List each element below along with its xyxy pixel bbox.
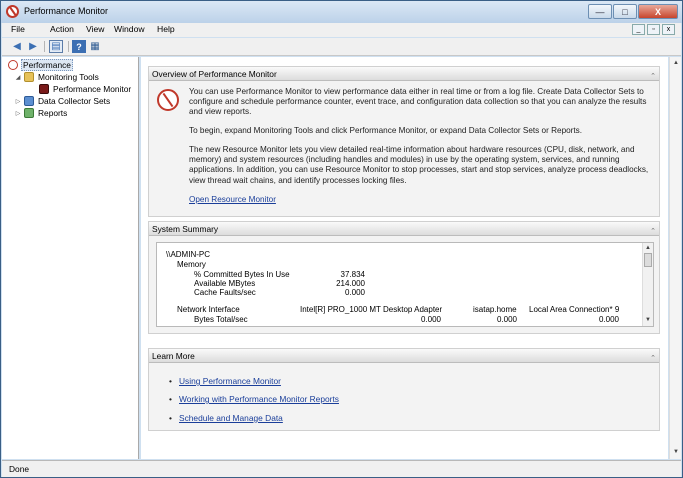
tree-item-reports[interactable]: ▷ Reports [14,107,68,119]
data-collector-sets-icon [24,96,34,106]
bytes-total-value: 0.000 [496,315,517,324]
performance-monitor-large-icon [157,89,179,111]
maximize-button[interactable]: □ [613,4,637,19]
expand-triangle-icon[interactable]: ▷ [14,98,22,105]
counter-name: % Committed Bytes In Use [194,270,290,279]
mdi-restore-button[interactable]: ▫ [647,24,660,35]
main-pane: Overview of Performance Monitor ⌃ You ca… [141,57,668,459]
scroll-down-arrow-icon[interactable]: ▼ [671,447,681,457]
collapse-chevron-icon[interactable]: ⌃ [650,70,656,84]
overview-paragraph-3: The new Resource Monitor lets you view d… [189,145,649,185]
adapter-name: isatap.home [473,305,517,314]
learn-more-link[interactable]: Schedule and Manage Data [169,413,283,423]
counter-value: 0.000 [344,288,365,297]
menu-window[interactable]: Window [114,24,145,34]
bytes-total-label: Bytes Total/sec [194,315,248,324]
status-bar: Done [2,460,681,477]
overview-paragraph-2: To begin, expand Monitoring Tools and cl… [189,126,583,135]
collapse-triangle-icon[interactable]: ◢ [14,74,22,81]
summary-scrollbar[interactable]: ▲ ▼ [642,243,653,326]
network-interface-label: Network Interface [177,305,240,314]
menu-help[interactable]: Help [157,24,175,34]
learn-more-link[interactable]: Working with Performance Monitor Reports [169,394,339,404]
mdi-minimize-button[interactable]: _ [632,24,645,35]
system-summary-header[interactable]: System Summary ⌃ [149,222,659,236]
counter-value: 214.000 [336,279,365,288]
overview-header[interactable]: Overview of Performance Monitor ⌃ [149,67,659,81]
show-hide-console-tree-icon[interactable]: ▤ [49,40,63,53]
close-button[interactable]: X [638,4,678,19]
system-summary-section: System Summary ⌃ \\ADMIN-PC Memory % Com… [148,221,660,334]
status-text: Done [9,464,30,474]
reports-icon [24,108,34,118]
bytes-total-value: 0.000 [420,315,441,324]
menu-bar: File Action View Window Help _ ▫ x [2,23,681,37]
learn-more-section: Learn More ⌃ Using Performance Monitor W… [148,348,660,431]
scroll-up-arrow-icon[interactable]: ▲ [643,243,653,253]
counter-name: Available MBytes [194,279,256,288]
console-tree: Performance ◢ Monitoring Tools Performan… [2,57,139,459]
scroll-thumb[interactable] [644,253,652,267]
back-arrow-icon[interactable]: ◀ [10,40,24,53]
main-scrollbar[interactable]: ▲ ▼ [669,57,681,459]
machine-name: \\ADMIN-PC [166,250,210,259]
system-summary-panel: \\ADMIN-PC Memory % Committed Bytes In U… [156,242,654,327]
mdi-close-button[interactable]: x [662,24,675,35]
adapter-name: Intel[R] PRO_1000 MT Desktop Adapter [300,305,443,314]
bytes-total-value: 0.000 [598,315,619,324]
memory-label: Memory [177,260,206,269]
tree-item-performance[interactable]: Performance [8,59,73,71]
collapse-chevron-icon[interactable]: ⌃ [650,225,656,239]
properties-icon[interactable]: ▦ [88,40,102,53]
overview-paragraph-1: You can use Performance Monitor to view … [189,87,647,117]
performance-monitor-icon [39,84,49,94]
minimize-button[interactable]: — [588,4,612,19]
overview-section: Overview of Performance Monitor ⌃ You ca… [148,66,660,217]
menu-view[interactable]: View [86,24,104,34]
performance-monitor-window: Performance Monitor — □ X File Action Vi… [0,0,683,478]
open-resource-monitor-link[interactable]: Open Resource Monitor [189,195,276,205]
scroll-down-arrow-icon[interactable]: ▼ [643,315,653,325]
window-title: Performance Monitor [24,6,109,16]
forward-arrow-icon[interactable]: ▶ [26,40,40,53]
toolbar-divider [44,41,45,52]
tree-item-data-collector-sets[interactable]: ▷ Data Collector Sets [14,95,111,107]
menu-file[interactable]: File [11,24,25,34]
menu-action[interactable]: Action [50,24,74,34]
scroll-up-arrow-icon[interactable]: ▲ [671,58,681,68]
learn-more-header[interactable]: Learn More ⌃ [149,349,659,363]
adapter-name: Local Area Connection* 9 [529,305,620,314]
toolbar-divider [68,41,69,52]
learn-more-link[interactable]: Using Performance Monitor [169,376,281,386]
performance-monitor-app-icon [6,5,19,18]
toolbar: ◀ ▶ ▤ ? ▦ [2,38,681,56]
performance-icon [8,60,18,70]
tree-item-monitoring-tools[interactable]: ◢ Monitoring Tools [14,71,100,83]
tree-item-performance-monitor[interactable]: Performance Monitor [39,83,132,95]
counter-value: 37.834 [340,270,365,279]
counter-name: Cache Faults/sec [194,288,256,297]
title-bar[interactable]: Performance Monitor — □ X [1,1,682,23]
expand-triangle-icon[interactable]: ▷ [14,110,22,117]
help-icon[interactable]: ? [72,40,86,53]
collapse-chevron-icon[interactable]: ⌃ [650,352,656,366]
folder-icon [24,72,34,82]
